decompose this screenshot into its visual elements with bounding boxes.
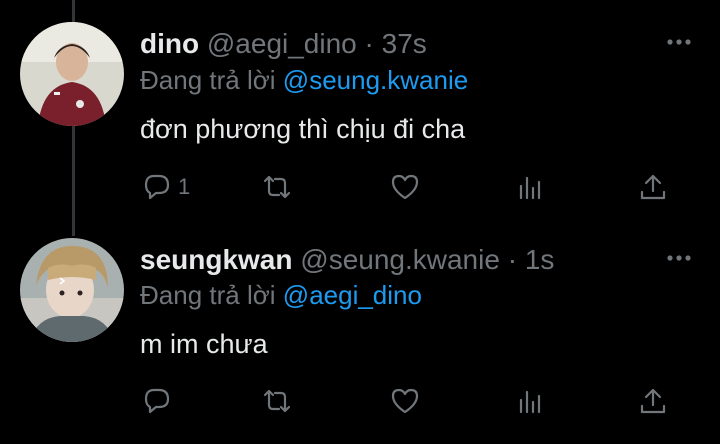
reply-prefix: Đang trả lời bbox=[140, 280, 276, 310]
analytics-button[interactable] bbox=[516, 385, 546, 417]
retweet-button[interactable] bbox=[262, 385, 292, 417]
timestamp[interactable]: 1s bbox=[525, 244, 555, 275]
retweet-button[interactable] bbox=[262, 171, 292, 203]
handle[interactable]: @aegi_dino bbox=[207, 28, 357, 59]
tweet-header: seungkwan @seung.kwanie · 1s bbox=[140, 243, 554, 277]
separator: · bbox=[507, 244, 518, 275]
analytics-icon bbox=[519, 390, 541, 414]
avatar[interactable] bbox=[20, 238, 124, 342]
share-button[interactable] bbox=[638, 385, 668, 417]
seungkwan-avatar-icon bbox=[20, 238, 124, 342]
timestamp[interactable]: 37s bbox=[382, 28, 427, 59]
reply-count: 1 bbox=[178, 174, 191, 199]
reply-context: Đang trả lời @aegi_dino bbox=[140, 279, 422, 311]
share-button[interactable] bbox=[638, 171, 668, 203]
reply-mention[interactable]: @seung.kwanie bbox=[283, 65, 468, 95]
more-icon[interactable] bbox=[664, 250, 694, 266]
reply-mention[interactable]: @aegi_dino bbox=[283, 280, 422, 310]
reply-icon bbox=[144, 174, 170, 200]
dino-avatar-icon bbox=[20, 22, 124, 126]
display-name[interactable]: dino bbox=[140, 28, 199, 59]
like-button[interactable] bbox=[390, 171, 420, 203]
action-bar bbox=[140, 385, 700, 417]
action-bar: 1 bbox=[140, 171, 700, 203]
more-icon[interactable] bbox=[664, 34, 694, 50]
tweet-2[interactable]: seungkwan @seung.kwanie · 1s Đang trả lờ… bbox=[0, 236, 720, 444]
reply-button[interactable] bbox=[142, 385, 178, 417]
display-name[interactable]: seungkwan bbox=[140, 244, 292, 275]
tweet-1[interactable]: dino @aegi_dino · 37s Đang trả lời @seun… bbox=[0, 0, 720, 236]
separator: · bbox=[364, 28, 374, 59]
tweet-header: dino @aegi_dino · 37s bbox=[140, 27, 427, 61]
tweet-text: m im chưa bbox=[140, 329, 268, 359]
retweet-icon bbox=[263, 389, 291, 413]
tweet-text: đơn phương thì chịu đi cha bbox=[140, 114, 466, 144]
reply-prefix: Đang trả lời bbox=[140, 65, 276, 95]
handle[interactable]: @seung.kwanie bbox=[300, 244, 500, 275]
avatar[interactable] bbox=[20, 22, 124, 126]
like-icon bbox=[391, 388, 419, 414]
analytics-icon bbox=[519, 176, 541, 200]
share-icon bbox=[640, 388, 666, 414]
analytics-button[interactable] bbox=[516, 171, 546, 203]
share-icon bbox=[640, 174, 666, 200]
like-button[interactable] bbox=[390, 385, 420, 417]
like-icon bbox=[391, 174, 419, 200]
reply-context: Đang trả lời @seung.kwanie bbox=[140, 64, 468, 96]
retweet-icon bbox=[263, 175, 291, 199]
reply-button[interactable]: 1 bbox=[142, 171, 190, 203]
reply-icon bbox=[144, 388, 170, 414]
